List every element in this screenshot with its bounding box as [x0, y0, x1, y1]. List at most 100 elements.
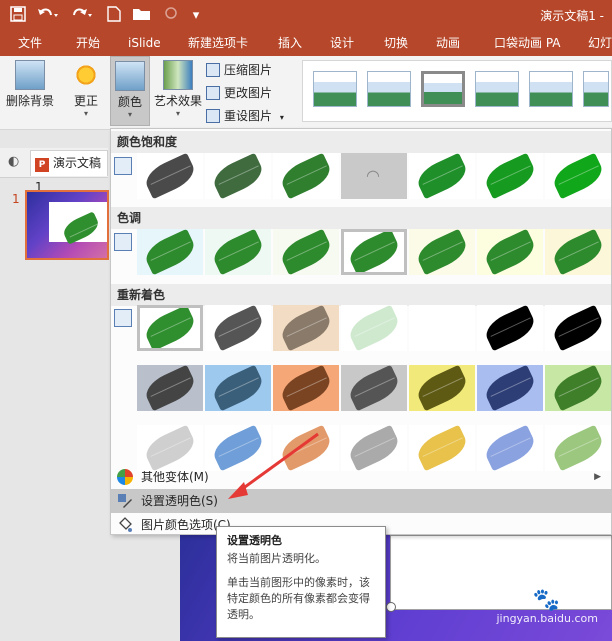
leaf-preview [277, 153, 335, 199]
recolor-option-12[interactable] [409, 365, 475, 411]
palette-icon [117, 469, 133, 485]
tab-animations[interactable]: 动画 [436, 32, 460, 56]
tone-option-5[interactable] [409, 229, 475, 275]
leaf-preview [549, 229, 607, 275]
qat-customize-icon[interactable]: ▾ [188, 6, 204, 26]
picture-style-4[interactable] [475, 71, 519, 107]
corrections-button[interactable]: 更正 ▾ [66, 56, 106, 119]
recolor-option-10[interactable] [273, 365, 339, 411]
recolor-option-5[interactable] [409, 305, 475, 351]
recolor-option-14[interactable] [545, 365, 611, 411]
leaf-preview [549, 153, 607, 199]
recolor-option-11[interactable] [341, 365, 407, 411]
saturation-option-1[interactable] [137, 153, 203, 199]
recolor-option-8[interactable] [137, 365, 203, 411]
recolor-option-7[interactable] [545, 305, 611, 351]
tooltip-title: 设置透明色 [227, 534, 282, 547]
saturation-option-5[interactable] [409, 153, 475, 199]
tooltip-line1: 将当前图片透明化。 [227, 552, 326, 565]
tone-option-2[interactable] [205, 229, 271, 275]
recolor-option-21[interactable] [545, 425, 611, 471]
saturation-option-3[interactable] [273, 153, 339, 199]
tab-insert[interactable]: 插入 [278, 32, 302, 56]
reset-picture-button[interactable]: 重设图片 ▾ [206, 106, 284, 126]
recolor-option-19[interactable] [409, 425, 475, 471]
leaf-preview [481, 425, 539, 471]
undo-icon[interactable] [34, 6, 62, 26]
saturation-header: 颜色饱和度 [111, 131, 611, 153]
saturation-option-6[interactable] [477, 153, 543, 199]
tab-home[interactable]: 开始 [76, 32, 100, 56]
compress-pictures-button[interactable]: 压缩图片 [206, 60, 272, 80]
recolor-option-20[interactable] [477, 425, 543, 471]
recolor-options-icon[interactable] [114, 309, 132, 327]
ribbon-tabs: 文件 开始 iSlide 新建选项卡 插入 设计 切换 动画 口袋动画 PA 幻… [0, 32, 612, 56]
saturation-option-2[interactable] [205, 153, 271, 199]
saturation-option-4[interactable]: ◠ [341, 153, 407, 199]
open-folder-icon[interactable] [130, 6, 154, 26]
leaf-preview [481, 365, 539, 411]
leaf-preview [209, 425, 267, 471]
recolor-option-6[interactable] [477, 305, 543, 351]
recolor-option-4[interactable] [341, 305, 407, 351]
leaf-preview [413, 229, 471, 275]
tab-pocket-animation[interactable]: 口袋动画 PA [494, 32, 561, 56]
leaf-preview [345, 425, 403, 471]
picture-style-2[interactable] [367, 71, 411, 107]
tone-option-3[interactable] [273, 229, 339, 275]
tab-slideshow[interactable]: 幻灯 [588, 32, 612, 56]
recolor-option-13[interactable] [477, 365, 543, 411]
new-file-icon[interactable] [104, 6, 124, 26]
redo-icon[interactable] [68, 6, 96, 26]
leaf-preview [481, 153, 539, 199]
leaf-preview [345, 232, 403, 272]
leaf-preview [345, 305, 403, 351]
reset-picture-icon [206, 109, 220, 123]
leaf-preview [413, 425, 471, 471]
recolor-option-18[interactable] [341, 425, 407, 471]
saturation-option-7[interactable] [545, 153, 611, 199]
recolor-option-3[interactable] [273, 305, 339, 351]
tab-new[interactable]: 新建选项卡 [188, 32, 248, 56]
paint-bucket-icon [117, 517, 133, 533]
loading-spinner-icon: ◠ [366, 166, 380, 185]
recolor-option-17[interactable] [273, 425, 339, 471]
color-button[interactable]: 颜色 ▾ [110, 56, 150, 126]
tone-option-1[interactable] [137, 229, 203, 275]
recolor-option-15[interactable] [137, 425, 203, 471]
resize-handle[interactable] [386, 602, 396, 612]
remove-background-button[interactable]: 删除背景 [4, 56, 56, 109]
set-transparent-tooltip: 设置透明色 将当前图片透明化。 单击当前图形中的像素时，该特定颜色的所有像素都会… [216, 526, 386, 638]
saturation-options-icon[interactable] [114, 157, 132, 175]
panel-toggle-icon[interactable]: ◐ [8, 154, 19, 169]
leaf-preview [277, 365, 335, 411]
picture-style-3[interactable] [421, 71, 465, 107]
picture-style-1[interactable] [313, 71, 357, 107]
tab-design[interactable]: 设计 [330, 32, 354, 56]
leaf-preview [549, 425, 607, 471]
tab-transitions[interactable]: 切换 [384, 32, 408, 56]
tone-option-7[interactable] [545, 229, 611, 275]
refresh-icon[interactable] [162, 6, 180, 26]
artistic-effects-button[interactable]: 艺术效果 ▾ [152, 56, 204, 119]
tone-option-4[interactable] [341, 229, 407, 275]
recolor-option-9[interactable] [205, 365, 271, 411]
set-transparent-color-item[interactable]: 设置透明色(S) [111, 489, 611, 513]
tab-islide[interactable]: iSlide [128, 32, 161, 56]
change-picture-button[interactable]: 更改图片 [206, 83, 272, 103]
picture-style-5[interactable] [529, 71, 573, 107]
recolor-option-16[interactable] [205, 425, 271, 471]
slide-thumbnail[interactable] [25, 190, 109, 260]
leaf-preview [481, 229, 539, 275]
tone-option-6[interactable] [477, 229, 543, 275]
leaf-preview [141, 308, 199, 348]
picture-style-6[interactable] [583, 71, 609, 107]
save-icon[interactable] [8, 6, 28, 26]
document-tab[interactable]: P 演示文稿1 [30, 150, 108, 194]
tab-file[interactable]: 文件 [18, 32, 42, 56]
leaf-preview [141, 153, 199, 199]
tone-options-icon[interactable] [114, 233, 132, 251]
window-title: 演示文稿1 - [540, 9, 604, 23]
recolor-option-2[interactable] [205, 305, 271, 351]
recolor-option-1[interactable] [137, 305, 203, 351]
